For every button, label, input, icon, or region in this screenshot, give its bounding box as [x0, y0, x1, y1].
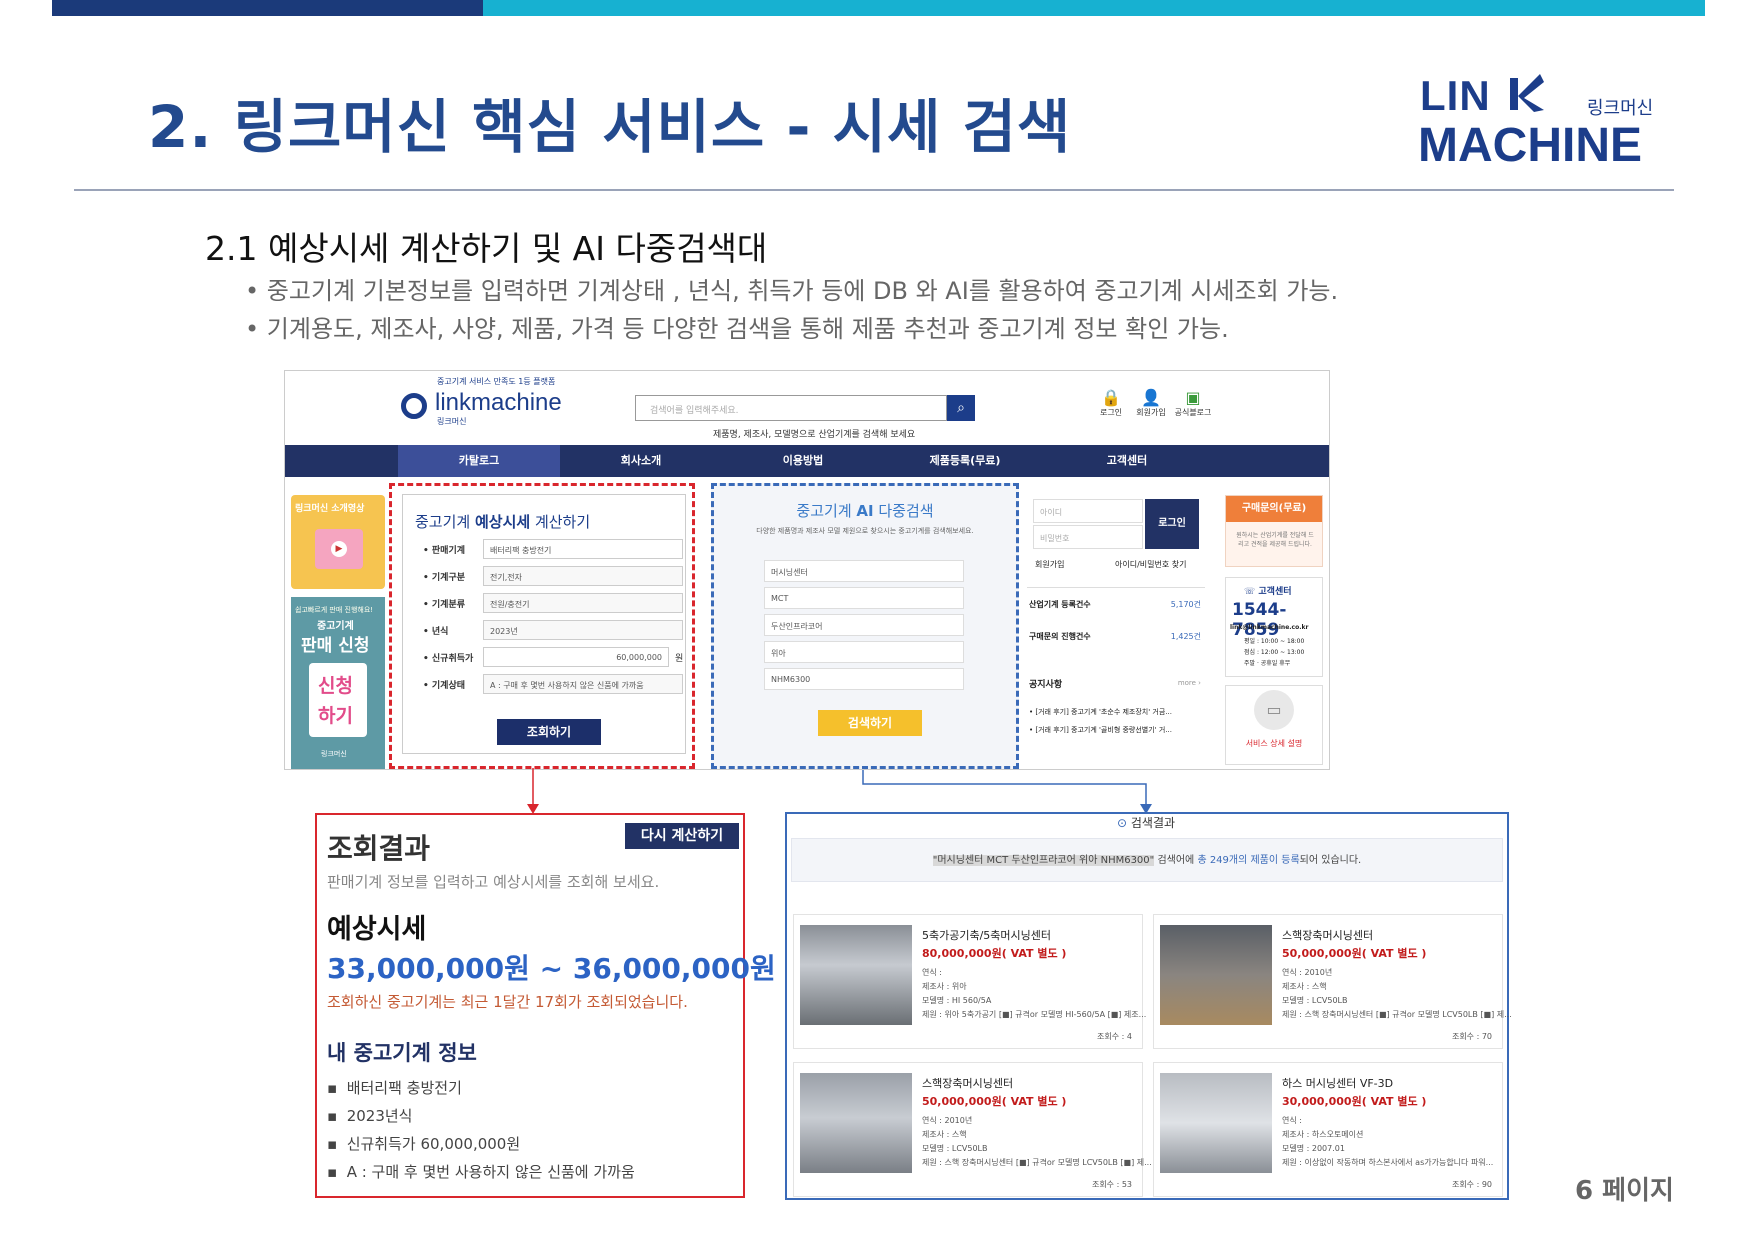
product-title: 스핵장축머시닝센터 [1282, 929, 1374, 942]
product-spec: 제원 : 이상없이 작동하며 하스본사에서 as가가능합니다 파워... [1282, 1158, 1494, 1167]
product-title: 5축가공기축/5축머시닝센터 [922, 929, 1052, 942]
product-spec: 제원 : 위아 5축가공기 [■] 규격or 모델명 HI-560/5A [■]… [922, 1010, 1147, 1019]
search-summary: "머시닝센터 MCT 두산인프라코어 위아 NHM6300" 검색어에 총 24… [791, 838, 1503, 882]
product-image [800, 1073, 912, 1173]
product-title: 하스 머시닝센터 VF-3D [1282, 1077, 1394, 1090]
product-card[interactable]: 하스 머시닝센터 VF-3D 30,000,000원( VAT 별도 ) 연식 … [1153, 1062, 1503, 1197]
ai-search-result-panel: ⊙ 검색결과 "머시닝센터 MCT 두산인프라코어 위아 NHM6300" 검색… [785, 812, 1512, 1200]
product-title: 스핵장축머시닝센터 [922, 1077, 1014, 1090]
view-count-note: 조회하신 중고기계는 최근 1달간 17회가 조회되었습니다. [327, 993, 688, 1011]
product-year: 연식 : [1282, 1116, 1302, 1125]
product-views: 조회수 : 4 [1097, 1032, 1132, 1041]
machine-info-item: ▪ A : 구매 후 몇번 사용하지 않은 신품에 가까움 [327, 1163, 635, 1181]
result-desc: 판매기계 정보를 입력하고 예상시세를 조회해 보세요. [327, 873, 660, 891]
machine-info-item: ▪ 배터리팩 충방전기 [327, 1079, 462, 1097]
product-image [800, 925, 912, 1025]
product-image [1160, 1073, 1272, 1173]
product-model: 모델명 : HI 560/5A [922, 996, 992, 1005]
product-views: 조회수 : 70 [1451, 1032, 1492, 1041]
product-model: 모델명 : LCV50LB [1282, 996, 1348, 1005]
product-views: 조회수 : 90 [1451, 1180, 1492, 1189]
estimated-price-range: 33,000,000원 ~ 36,000,000원 [327, 952, 776, 985]
result-marker-icon: ⊙ [1117, 816, 1131, 830]
product-card[interactable]: 5축가공기축/5축머시닝센터 80,000,000원( VAT 별도 ) 연식 … [793, 914, 1147, 1049]
product-price: 30,000,000원( VAT 별도 ) [1282, 1095, 1427, 1108]
machine-info-title: 내 중고기계 정보 [327, 1041, 477, 1065]
product-year: 연식 : 2010년 [922, 1116, 973, 1125]
product-year: 연식 : 2010년 [1282, 968, 1333, 977]
product-year: 연식 : [922, 968, 942, 977]
product-model: 모델명 : 2007.01 [1282, 1144, 1345, 1153]
product-views: 조회수 : 53 [1091, 1180, 1132, 1189]
product-price: 50,000,000원( VAT 별도 ) [1282, 947, 1427, 960]
product-maker: 제조사 : 하스오토메이션 [1282, 1130, 1364, 1139]
product-maker: 제조사 : 스핵 [922, 1130, 967, 1139]
result-title: 조회결과 [327, 832, 431, 865]
product-spec: 제원 : 스핵 장축머시닝센터 [■] 규격or 모델명 LCV50LB [■]… [922, 1158, 1152, 1167]
product-spec: 제원 : 스핵 장축머시닝센터 [■] 규격or 모델명 LCV50LB [■]… [1282, 1010, 1512, 1019]
product-model: 모델명 : LCV50LB [922, 1144, 988, 1153]
product-maker: 제조사 : 위아 [922, 982, 967, 991]
product-price: 80,000,000원( VAT 별도 ) [922, 947, 1067, 960]
product-image [1160, 925, 1272, 1025]
page-number: 6 페이지 [1575, 1176, 1674, 1206]
product-price: 50,000,000원( VAT 별도 ) [922, 1095, 1067, 1108]
product-card[interactable]: 스핵장축머시닝센터 50,000,000원( VAT 별도 ) 연식 : 201… [793, 1062, 1152, 1197]
estimated-price-label: 예상시세 [327, 914, 427, 945]
calc-result-panel: 조회결과 다시 계산하기 판매기계 정보를 입력하고 예상시세를 조회해 보세요… [315, 813, 776, 1198]
machine-info-item: ▪ 2023년식 [327, 1107, 413, 1125]
product-maker: 제조사 : 스핵 [1282, 982, 1327, 991]
machine-info-item: ▪ 신규취득가 60,000,000원 [327, 1135, 521, 1153]
recalculate-button[interactable]: 다시 계산하기 [625, 823, 739, 849]
product-card[interactable]: 스핵장축머시닝센터 50,000,000원( VAT 별도 ) 연식 : 201… [1153, 914, 1512, 1049]
search-result-title: ⊙ 검색결과 [1117, 816, 1176, 830]
